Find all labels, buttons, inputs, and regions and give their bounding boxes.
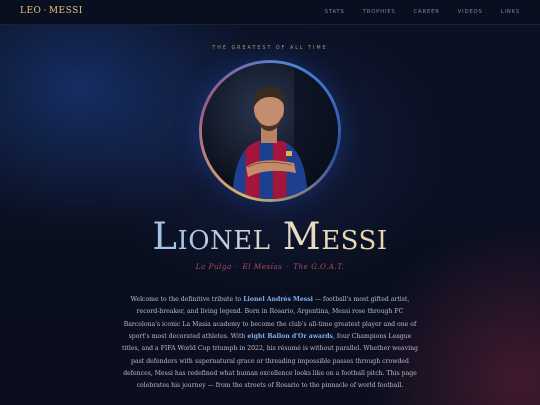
nav-links: STATS TROPHIES CAREER VIDEOS LINKS bbox=[325, 0, 520, 24]
player-silhouette-illustration bbox=[202, 63, 338, 199]
brand-part2: MESSI bbox=[48, 6, 83, 16]
brand-logo[interactable]: LEO · MESSI bbox=[20, 6, 83, 16]
nickname-1: La Pulga bbox=[195, 262, 232, 271]
nav-link-videos[interactable]: VIDEOS bbox=[458, 9, 483, 15]
portrait-frame bbox=[199, 60, 341, 202]
nav-link-stats[interactable]: STATS bbox=[325, 9, 345, 15]
nav-link-trophies[interactable]: TROPHIES bbox=[363, 9, 396, 15]
player-portrait-image bbox=[202, 63, 338, 199]
brand-part1: LEO bbox=[20, 6, 42, 16]
intro-paragraph: Welcome to the definitive tribute to Lio… bbox=[122, 294, 418, 392]
intro-highlight-awards: eight Ballon d'Or awards bbox=[247, 333, 333, 341]
hero-nicknames: La Pulga · El Mesías · The G.O.A.T. bbox=[0, 262, 540, 271]
nav-link-career[interactable]: CAREER bbox=[414, 9, 440, 15]
nickname-3: The G.O.A.T. bbox=[293, 262, 345, 271]
nickname-separator: · bbox=[286, 262, 290, 271]
hero-name: Lionel Messi bbox=[0, 215, 540, 259]
intro-text-1: Welcome to the definitive tribute to bbox=[130, 296, 244, 304]
intro-highlight-name: Lionel Andrés Messi bbox=[243, 296, 314, 304]
brand-dot: · bbox=[43, 6, 47, 16]
nav-link-links[interactable]: LINKS bbox=[501, 9, 520, 15]
intro-text-3: , four Champions League titles, and a FI… bbox=[122, 333, 418, 390]
top-navbar: LEO · MESSI STATS TROPHIES CAREER VIDEOS L… bbox=[0, 0, 540, 25]
nickname-separator: · bbox=[235, 262, 239, 271]
nickname-2: El Mesías bbox=[242, 262, 283, 271]
hero-eyebrow: THE GREATEST OF ALL TIME bbox=[212, 46, 328, 51]
